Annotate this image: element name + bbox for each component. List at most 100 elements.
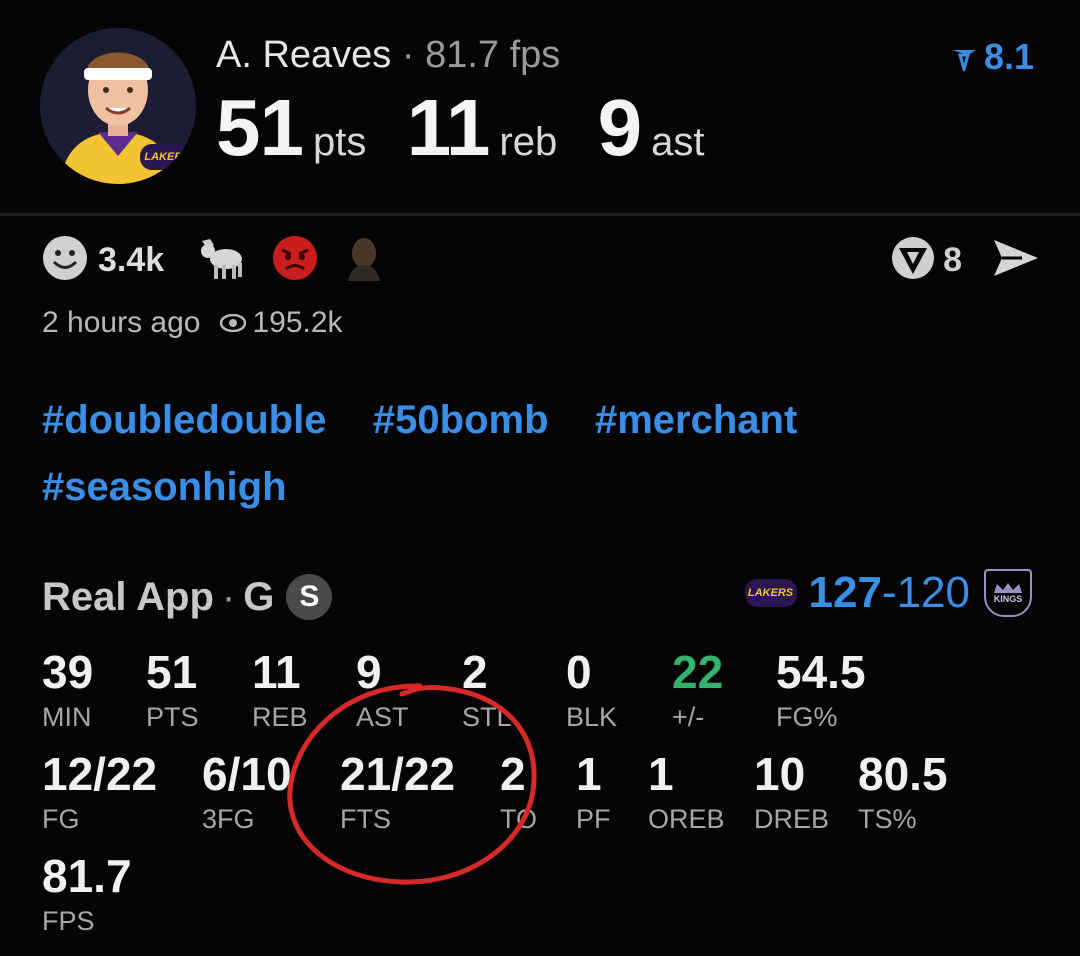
stat-pts: 51 PTS <box>146 646 199 733</box>
rating-icon <box>951 50 976 75</box>
opponent-score: 120 <box>896 568 970 617</box>
stat-label: DREB <box>754 804 830 834</box>
stat-label: STL <box>462 702 512 732</box>
headline-points-value: 51 <box>216 83 304 172</box>
header-divider <box>0 213 1080 216</box>
stat-fps: 81.7 FPS <box>42 850 132 937</box>
player-title-line: A. Reaves · 81.7 fps <box>216 34 560 77</box>
headline-assists-unit: ast <box>651 120 705 164</box>
stat-value: 2 <box>462 646 488 698</box>
lakers-logo-text: LAKERS <box>144 151 190 163</box>
stat-label: REB <box>252 702 308 732</box>
views-count-group: 195.2k <box>220 306 343 340</box>
player-position: G <box>243 574 275 619</box>
crown-icon <box>994 583 1022 593</box>
player-avatar[interactable]: LAKERS <box>40 28 196 184</box>
stat-pf: 1 PF <box>576 748 611 835</box>
post-meta: 2 hours ago 195.2k <box>42 306 343 340</box>
hashtag-doubledouble[interactable]: #doubledouble <box>42 398 326 443</box>
stat-oreb: 1 OREB <box>648 748 725 835</box>
stat-min: 39 MIN <box>42 646 93 733</box>
score-dash: - <box>881 568 897 617</box>
title-separator: · <box>401 34 415 76</box>
stat-label: +/- <box>672 702 705 732</box>
headline-rebounds-value: 11 <box>406 83 491 172</box>
lakers-small-logo-text: LAKERS <box>747 587 794 599</box>
stat-value: 54.5 <box>776 646 866 698</box>
views-count: 195.2k <box>252 306 343 339</box>
smile-icon[interactable] <box>42 235 88 286</box>
time-ago: 2 hours ago <box>42 306 201 339</box>
stat-value: 81.7 <box>42 850 132 902</box>
fps-text: 81.7 fps <box>425 34 561 76</box>
lakers-small-logo: LAKERS <box>744 579 797 607</box>
stat-ts-pct: 80.5 TS% <box>858 748 948 835</box>
hashtag-list: #doubledouble #50bomb #merchant #seasonh… <box>42 398 1042 532</box>
stat-value: 2 <box>500 748 526 800</box>
stat-label: FPS <box>42 906 95 936</box>
stat-value: 6/10 <box>202 748 292 800</box>
rating-badge[interactable]: 8.1 <box>950 36 1034 78</box>
game-source: Real App · G S <box>42 574 333 620</box>
stat-label: FG% <box>776 702 838 732</box>
stat-value: 0 <box>566 646 592 698</box>
hashtag-seasonhigh[interactable]: #seasonhigh <box>42 465 287 510</box>
team-score: 127 <box>808 568 882 617</box>
kings-logo: KINGS <box>984 569 1032 617</box>
stat-value: 11 <box>252 646 301 698</box>
stat-value: 51 <box>146 646 198 698</box>
vote-count: 8 <box>943 241 962 279</box>
stat-label: MIN <box>42 702 92 732</box>
game-score[interactable]: LAKERS 127-120 KINGS <box>744 568 1032 618</box>
player-name[interactable]: A. Reaves <box>216 34 391 76</box>
starter-badge: S <box>286 574 333 620</box>
stat-label: PF <box>576 804 611 834</box>
rating-value: 8.1 <box>983 36 1034 77</box>
stat-value: 22 <box>672 646 724 698</box>
stat-to: 2 TO <box>500 748 537 835</box>
stat-blk: 0 BLK <box>566 646 617 733</box>
headline-stats: 51 pts 11 reb 9 ast <box>216 82 741 174</box>
post-actions: 8 <box>891 236 1040 285</box>
angry-face-icon[interactable] <box>272 235 318 286</box>
player-face-icon[interactable] <box>344 235 384 286</box>
stat-plus-minus: 22 +/- <box>672 646 723 733</box>
stat-fg: 12/22 FG <box>42 748 157 835</box>
headline-assists-value: 9 <box>597 83 642 172</box>
stat-value: 1 <box>576 748 602 800</box>
stat-reb: 11 REB <box>252 646 308 733</box>
headline-rebounds-unit: reb <box>499 120 558 164</box>
stat-label: AST <box>356 702 409 732</box>
lakers-logo: LAKERS <box>140 144 194 170</box>
stat-label: BLK <box>566 702 618 732</box>
reaction-row: 3.4k <box>42 234 384 286</box>
source-separator: · <box>221 574 236 619</box>
share-icon[interactable] <box>992 238 1040 283</box>
stat-label: TO <box>500 804 538 834</box>
stat-ast: 9 AST <box>356 646 409 733</box>
kings-logo-text: KINGS <box>993 594 1023 604</box>
stat-stl: 2 STL <box>462 646 512 733</box>
eye-icon <box>220 314 247 332</box>
stat-value: 1 <box>648 748 674 800</box>
stat-label: OREB <box>648 804 725 834</box>
stat-value: 10 <box>754 748 806 800</box>
stat-label: TS% <box>858 804 917 834</box>
stat-label: 3FG <box>202 804 255 834</box>
hashtag-merchant[interactable]: #merchant <box>595 398 797 443</box>
stat-label: FG <box>42 804 80 834</box>
stat-value: 12/22 <box>42 748 158 800</box>
source-name[interactable]: Real App <box>42 575 214 620</box>
stat-dreb: 10 DREB <box>754 748 829 835</box>
stat-value: 39 <box>42 646 94 698</box>
vote-icon[interactable] <box>891 236 935 285</box>
headline-points-unit: pts <box>312 120 367 164</box>
goat-icon[interactable] <box>196 235 246 286</box>
stat-value: 21/22 <box>340 748 456 800</box>
hashtag-50bomb[interactable]: #50bomb <box>373 398 549 443</box>
stat-value: 80.5 <box>858 748 948 800</box>
stat-fg-pct: 54.5 FG% <box>776 646 866 733</box>
stat-label: PTS <box>146 702 199 732</box>
reaction-count: 3.4k <box>98 240 165 279</box>
stat-3fg: 6/10 3FG <box>202 748 292 835</box>
